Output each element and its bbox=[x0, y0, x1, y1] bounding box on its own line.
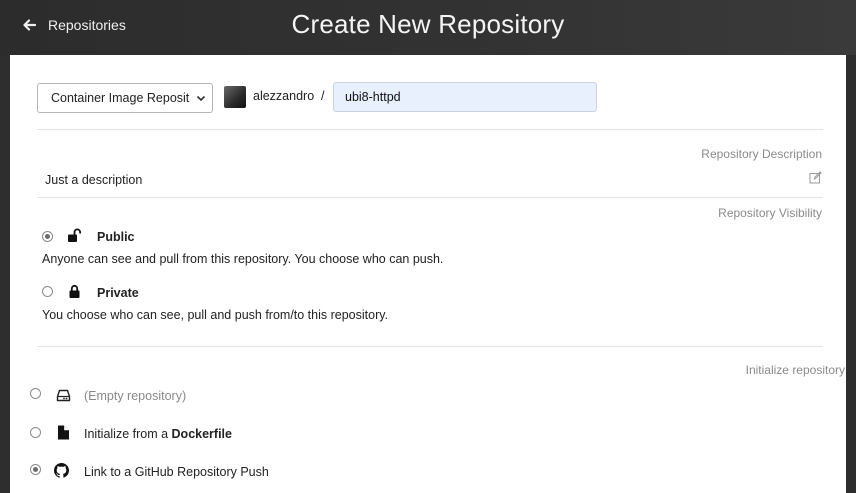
namespace-label: alezzandro bbox=[253, 89, 315, 103]
repository-kind-select[interactable]: Container Image Reposit bbox=[37, 83, 213, 113]
github-icon bbox=[54, 463, 69, 478]
lock-icon bbox=[69, 284, 80, 298]
avatar bbox=[224, 86, 246, 108]
empty-repository-label: (Empty repository) bbox=[84, 389, 187, 403]
private-option-description: You choose who can see, pull and push fr… bbox=[42, 308, 389, 322]
repository-name-input[interactable] bbox=[333, 82, 597, 112]
public-option-title: Public bbox=[97, 230, 135, 244]
divider bbox=[37, 346, 823, 347]
divider bbox=[37, 129, 823, 130]
file-icon bbox=[58, 425, 69, 440]
public-option-description: Anyone can see and pull from this reposi… bbox=[42, 252, 444, 266]
github-push-option-label: Link to a GitHub Repository Push bbox=[84, 465, 269, 479]
repository-description-text[interactable]: Just a description bbox=[45, 173, 142, 187]
dockerfile-radio[interactable] bbox=[30, 427, 41, 438]
top-bar: Repositories Create New Repository bbox=[0, 0, 856, 55]
create-repository-form: Container Image Reposit alezzandro / Rep… bbox=[10, 55, 846, 493]
private-option-title: Private bbox=[97, 286, 139, 300]
chevron-down-icon bbox=[196, 95, 206, 102]
empty-repository-radio[interactable] bbox=[30, 388, 41, 399]
visibility-section-label: Repository Visibility bbox=[718, 206, 822, 220]
initialize-section-label: Initialize repository bbox=[745, 363, 845, 377]
dockerfile-option-emphasis: Dockerfile bbox=[171, 427, 232, 441]
dockerfile-option-prefix: Initialize from a bbox=[84, 427, 172, 441]
right-gutter bbox=[846, 55, 856, 493]
dockerfile-option-label: Initialize from a Dockerfile bbox=[84, 427, 232, 441]
namespace-separator: / bbox=[321, 89, 325, 103]
unlock-icon bbox=[68, 228, 81, 242]
private-radio[interactable] bbox=[42, 286, 53, 297]
hard-drive-icon bbox=[56, 389, 71, 402]
public-radio[interactable] bbox=[42, 231, 53, 242]
github-push-radio[interactable] bbox=[30, 464, 41, 475]
edit-icon[interactable] bbox=[809, 171, 822, 184]
page-title: Create New Repository bbox=[291, 9, 565, 39]
repository-kind-value: Container Image Reposit bbox=[51, 91, 190, 105]
divider bbox=[37, 197, 823, 198]
description-section-label: Repository Description bbox=[701, 147, 822, 161]
left-gutter bbox=[0, 55, 10, 493]
